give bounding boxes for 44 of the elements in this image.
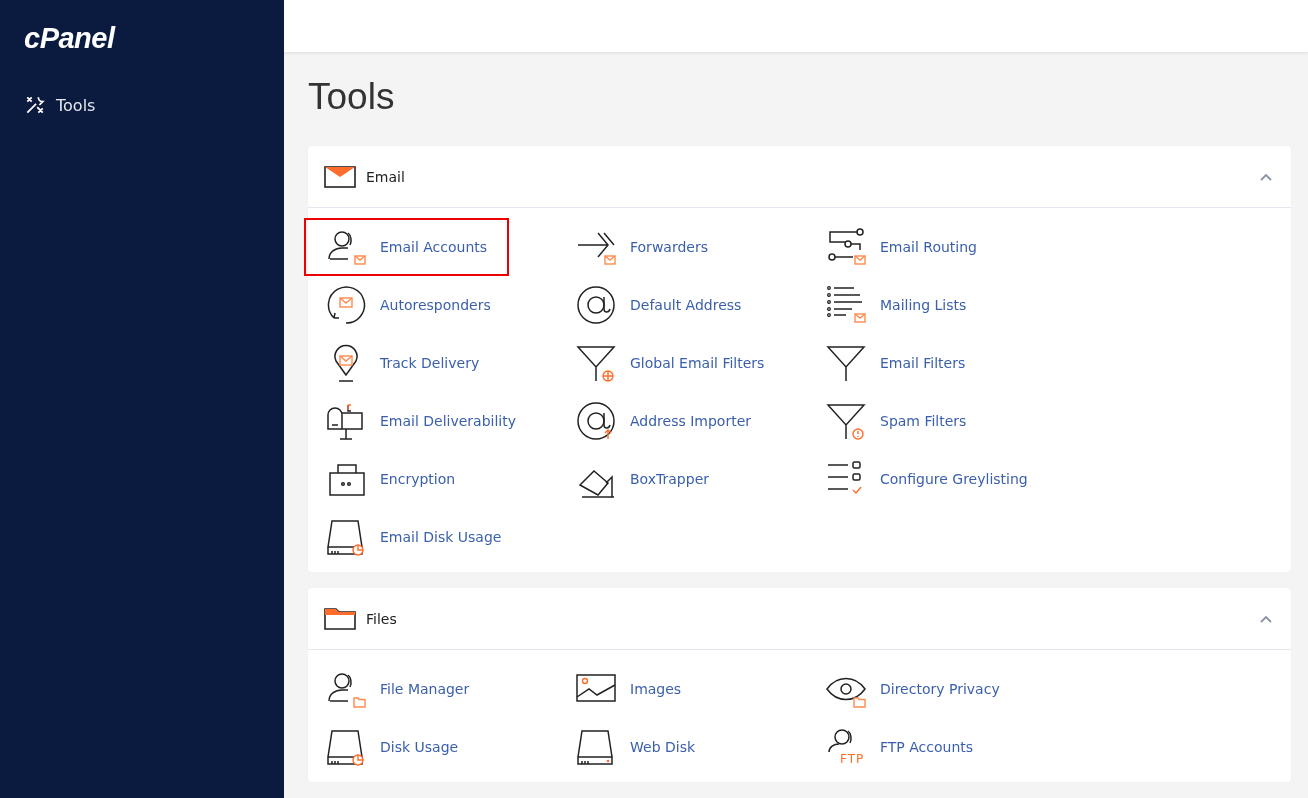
tool-link[interactable]: Track Delivery bbox=[304, 334, 500, 392]
tool-link[interactable]: Configure Greylisting bbox=[804, 450, 1048, 508]
tool-link[interactable]: File Manager bbox=[304, 660, 490, 718]
tool-link[interactable]: Email Filters bbox=[804, 334, 986, 392]
tool-link[interactable]: Default Address bbox=[554, 276, 762, 334]
list-envelope-icon bbox=[826, 285, 866, 325]
tool-link[interactable]: Autoresponders bbox=[304, 276, 511, 334]
at-sign-icon bbox=[576, 285, 616, 325]
tool-link[interactable]: Mailing Lists bbox=[804, 276, 987, 334]
tool-link[interactable]: Email Disk Usage bbox=[304, 508, 522, 566]
funnel-alert-icon bbox=[826, 401, 866, 441]
tool-link[interactable]: Forwarders bbox=[554, 218, 728, 276]
sidebar-item[interactable]: Tools bbox=[0, 88, 284, 122]
section-title: Files bbox=[366, 610, 397, 627]
tool-link[interactable]: Encryption bbox=[304, 450, 476, 508]
tool-link[interactable]: Spam Filters bbox=[804, 392, 987, 450]
drive-icon bbox=[576, 727, 616, 767]
cpanel-logo[interactable]: cPanel bbox=[24, 22, 115, 58]
tool-link[interactable]: Web Disk bbox=[554, 718, 716, 776]
tool-link[interactable]: Directory Privacy bbox=[804, 660, 1020, 718]
tool-link[interactable]: BoxTrapper bbox=[554, 450, 729, 508]
tools-icon bbox=[24, 94, 46, 116]
tool-link[interactable]: Address Importer bbox=[554, 392, 772, 450]
tool-link[interactable]: Email Deliverability bbox=[304, 392, 537, 450]
chevron-icon[interactable] bbox=[1259, 613, 1273, 624]
tool-link[interactable]: Global Email Filters bbox=[554, 334, 785, 392]
routing-icon bbox=[826, 227, 866, 267]
tool-link[interactable]: Disk Usage bbox=[304, 718, 479, 776]
chevron-icon[interactable] bbox=[1259, 171, 1273, 182]
ftp-label: FTP bbox=[840, 753, 865, 766]
tool-link[interactable]: Email Routing bbox=[804, 218, 997, 276]
envelope-icon bbox=[324, 165, 356, 188]
section-title: Email bbox=[366, 168, 405, 185]
circular-arrow-envelope-icon bbox=[326, 285, 366, 325]
tool-link[interactable]: FTP FTP Accounts bbox=[804, 718, 994, 776]
mailbox-icon bbox=[326, 401, 366, 441]
drive-chart-icon bbox=[326, 517, 366, 557]
tool-link[interactable]: Images bbox=[554, 660, 702, 718]
page-title: Tools bbox=[308, 76, 395, 118]
funnel-globe-icon bbox=[576, 343, 616, 383]
funnel-icon bbox=[826, 343, 866, 383]
drive-chart-icon bbox=[326, 727, 366, 767]
folder-icon bbox=[324, 607, 356, 630]
tool-link[interactable]: Email Accounts bbox=[304, 218, 510, 276]
